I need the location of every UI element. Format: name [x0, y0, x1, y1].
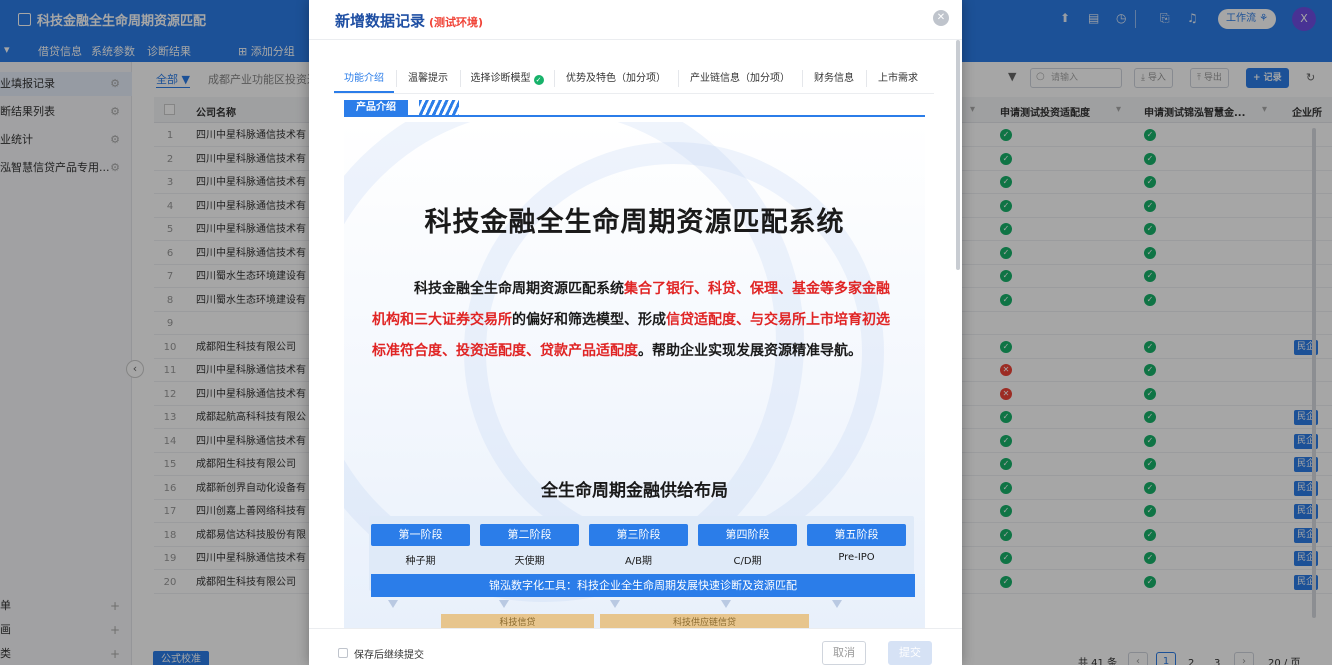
stage-period: A/B期 [624, 556, 653, 567]
save-continue-label[interactable]: 保存后继续提交 [354, 646, 424, 661]
modal-footer: 保存后继续提交 取消 提交 [309, 628, 962, 665]
stage-box: 第二阶段 [480, 524, 579, 546]
stage-box: 第一阶段 [371, 524, 470, 546]
modal-scrollbar[interactable] [956, 40, 960, 270]
section-divider [344, 115, 925, 117]
save-continue-checkbox[interactable] [338, 648, 348, 658]
poster-title: 科技金融全生命周期资源匹配系统 [424, 207, 845, 238]
tab-select-model[interactable]: 选择诊断模型 ✓ [462, 64, 552, 93]
stage-box: 第五阶段 [807, 524, 906, 546]
product-intro-poster: 科技金融全生命周期资源匹配系统 科技金融全生命周期资源匹配系统集合了银行、科贷、… [344, 122, 925, 632]
close-icon[interactable]: ✕ [933, 10, 949, 26]
tab-advantages[interactable]: 优势及特色（加分项） [556, 64, 676, 93]
stage-period: C/D期 [733, 556, 762, 567]
cancel-button[interactable]: 取消 [822, 641, 866, 665]
stage-box: 第三阶段 [589, 524, 688, 546]
new-record-modal: 新增数据记录 (测试环境) ✕ 功能介绍 温馨提示 选择诊断模型 ✓ 优势及特色（加… [309, 0, 962, 665]
arrow-down-icon [499, 600, 509, 608]
stage-period: 种子期 [405, 556, 436, 567]
tab-feature-intro[interactable]: 功能介绍 [334, 64, 394, 93]
stage-box: 第四阶段 [698, 524, 797, 546]
env-badge: (测试环境) [429, 16, 484, 29]
section-decoration [419, 100, 459, 116]
modal-title: 新增数据记录 (测试环境) [335, 12, 484, 30]
stage-period: 天使期 [514, 556, 545, 567]
tab-tips[interactable]: 温馨提示 [398, 64, 458, 93]
poster-description: 科技金融全生命周期资源匹配系统集合了银行、科贷、保理、基金等多家金融机构和三大证… [372, 281, 890, 359]
arrow-down-icon [388, 600, 398, 608]
section-title: 产品介绍 [344, 100, 408, 116]
arrow-down-icon [610, 600, 620, 608]
tab-listing-needs[interactable]: 上市需求 [868, 64, 928, 93]
arrow-down-icon [721, 600, 731, 608]
modal-header: 新增数据记录 (测试环境) ✕ [309, 0, 962, 40]
submit-button[interactable]: 提交 [888, 641, 932, 665]
tool-strip: 锦泓数字化工具：科技企业全生命周期发展快速诊断及资源匹配 [371, 574, 915, 597]
layout-title: 全生命周期金融供给布局 [541, 481, 728, 501]
tab-financial-info[interactable]: 财务信息 [804, 64, 864, 93]
arrow-down-icon [832, 600, 842, 608]
tab-industry-chain[interactable]: 产业链信息（加分项） [680, 64, 800, 93]
modal-tab-bar: 功能介绍 温馨提示 选择诊断模型 ✓ 优势及特色（加分项） 产业链信息（加分项） … [334, 64, 934, 94]
stage-period: Pre-IPO [838, 552, 875, 563]
check-icon: ✓ [533, 75, 544, 85]
